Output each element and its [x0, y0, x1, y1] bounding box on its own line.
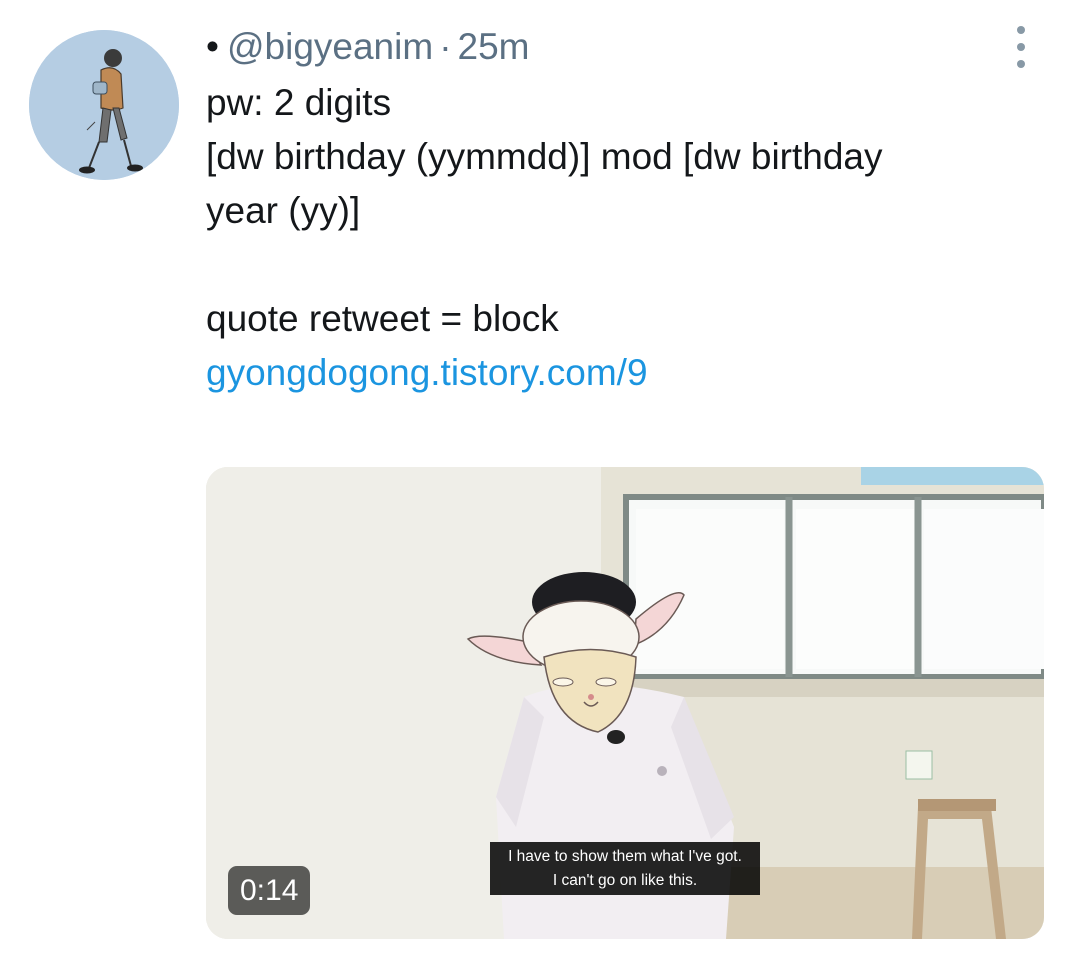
user-handle[interactable]: @bigyeanim: [227, 26, 433, 67]
tweet[interactable]: • @bigyeanim · 25m pw: 2 digits [dw birthda…: [0, 0, 1076, 973]
subtitle-line: I have to show them what I've got.: [508, 848, 742, 865]
video-player[interactable]: I have to show them what I've got. I can…: [206, 467, 1044, 939]
more-vertical-icon-dot: [1017, 60, 1025, 68]
subtitle-line: I can't go on like this.: [552, 872, 698, 889]
tweet-link[interactable]: gyongdogong.tistory.com/9: [206, 346, 648, 400]
video-subtitle: I have to show them what I've got. I can…: [490, 842, 760, 895]
more-vertical-icon-dot: [1017, 26, 1025, 34]
tweet-text: pw: 2 digits [dw birthday (yymmdd)] mod …: [206, 82, 883, 339]
tweet-meta: • @bigyeanim · 25m: [206, 22, 1046, 72]
more-options-button[interactable]: [1006, 26, 1036, 68]
avatar-illustration: [29, 30, 179, 180]
tweet-content: • @bigyeanim · 25m pw: 2 digits [dw birthda…: [206, 22, 1046, 400]
bullet: •: [206, 26, 219, 67]
video-duration-badge: 0:14: [228, 866, 311, 915]
meta-separator: ·: [439, 26, 452, 67]
avatar[interactable]: [29, 30, 179, 180]
timestamp[interactable]: 25m: [458, 26, 530, 67]
more-vertical-icon-dot: [1017, 43, 1025, 51]
